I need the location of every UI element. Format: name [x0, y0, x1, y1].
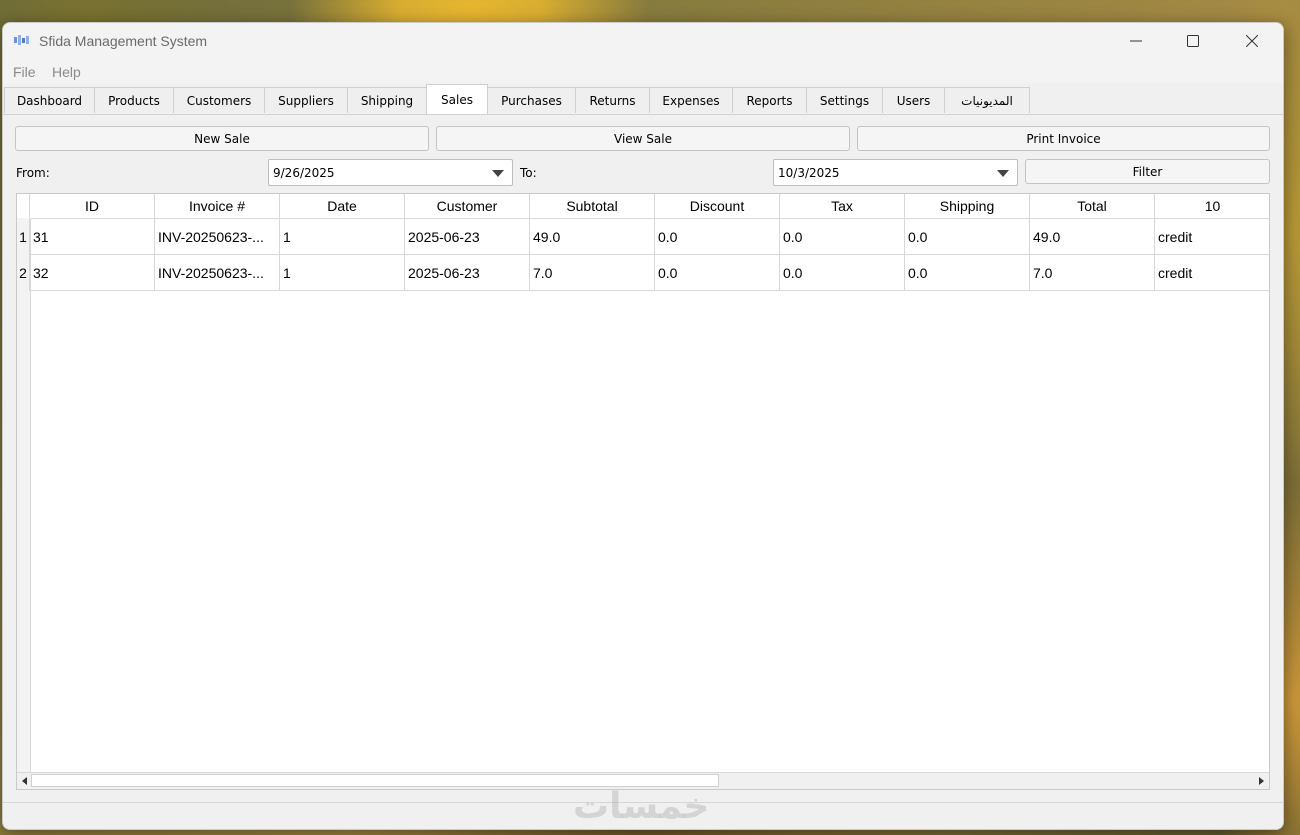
tab-purchases[interactable]: Purchases [487, 87, 576, 113]
tab-dashboard[interactable]: Dashboard [4, 87, 95, 113]
column-header-subtotal[interactable]: Subtotal [530, 194, 655, 218]
row-number[interactable]: 2 [17, 255, 30, 291]
cell-date[interactable]: 1 [280, 219, 405, 255]
tab-returns[interactable]: Returns [575, 87, 650, 113]
tab-expenses[interactable]: Expenses [649, 87, 733, 113]
column-header-customer[interactable]: Customer [405, 194, 530, 218]
cell-subtotal[interactable]: 7.0 [530, 255, 655, 291]
app-window: Sfida Management System File Help Dashbo… [2, 22, 1284, 830]
from-label: From: [16, 166, 50, 180]
scroll-left-icon[interactable] [22, 777, 27, 785]
column-header-invoice[interactable]: Invoice # [155, 194, 280, 218]
cell-id[interactable]: 31 [30, 219, 155, 255]
scroll-right-icon[interactable] [1259, 777, 1264, 785]
close-button[interactable] [1223, 23, 1281, 59]
window-title: Sfida Management System [39, 33, 208, 49]
tab-products[interactable]: Products [94, 87, 174, 113]
cell-id[interactable]: 32 [30, 255, 155, 291]
tab-users[interactable]: Users [882, 87, 945, 113]
minimize-icon [1130, 40, 1142, 42]
tab-bar: Dashboard Products Customers Suppliers S… [3, 84, 1283, 115]
corner-cell[interactable] [17, 194, 30, 218]
sales-table[interactable]: ID Invoice # Date Customer Subtotal Disc… [16, 193, 1270, 790]
menu-file[interactable]: File [13, 64, 36, 80]
maximize-button[interactable] [1164, 23, 1222, 59]
chevron-down-icon[interactable] [997, 170, 1009, 177]
chevron-down-icon[interactable] [492, 170, 504, 177]
print-invoice-button[interactable]: Print Invoice [857, 126, 1270, 151]
to-date-value: 10/3/2025 [778, 165, 840, 180]
filter-button[interactable]: Filter [1025, 159, 1270, 184]
cell-customer[interactable]: 2025-06-23 [405, 219, 530, 255]
tab-suppliers[interactable]: Suppliers [264, 87, 348, 113]
tab-reports[interactable]: Reports [732, 87, 807, 113]
column-header-10[interactable]: 10 [1155, 194, 1269, 218]
tab-customers[interactable]: Customers [173, 87, 265, 113]
row-header-strip [17, 218, 31, 789]
title-bar: Sfida Management System [3, 23, 1283, 59]
from-date-picker[interactable]: 9/26/2025 [268, 159, 513, 186]
from-date-value: 9/26/2025 [273, 165, 335, 180]
minimize-button[interactable] [1107, 23, 1165, 59]
tab-shipping[interactable]: Shipping [347, 87, 427, 113]
column-header-date[interactable]: Date [280, 194, 405, 218]
cell-date[interactable]: 1 [280, 255, 405, 291]
to-date-picker[interactable]: 10/3/2025 [773, 159, 1018, 186]
column-header-shipping[interactable]: Shipping [905, 194, 1030, 218]
column-header-tax[interactable]: Tax [780, 194, 905, 218]
cell-tax[interactable]: 0.0 [780, 219, 905, 255]
app-icon [14, 35, 29, 45]
cell-discount[interactable]: 0.0 [655, 255, 780, 291]
menu-bar: File Help [3, 59, 1283, 83]
cell-total[interactable]: 49.0 [1030, 219, 1155, 255]
menu-help[interactable]: Help [52, 64, 81, 80]
cell-total[interactable]: 7.0 [1030, 255, 1155, 291]
tab-debts[interactable]: المديونيات [944, 87, 1030, 113]
close-icon [1246, 35, 1258, 47]
cell-tax[interactable]: 0.0 [780, 255, 905, 291]
cell-10[interactable]: credit [1155, 219, 1269, 255]
table-header: ID Invoice # Date Customer Subtotal Disc… [17, 194, 1269, 219]
cell-discount[interactable]: 0.0 [655, 219, 780, 255]
tab-settings[interactable]: Settings [806, 87, 883, 113]
row-number[interactable]: 1 [17, 219, 30, 255]
table-row[interactable]: 1 31 INV-20250623-... 1 2025-06-23 49.0 … [17, 219, 1269, 255]
watermark-logo: خمسات [573, 786, 710, 827]
table-row[interactable]: 2 32 INV-20250623-... 1 2025-06-23 7.0 0… [17, 255, 1269, 291]
cell-10[interactable]: credit [1155, 255, 1269, 291]
cell-shipping[interactable]: 0.0 [905, 255, 1030, 291]
cell-subtotal[interactable]: 49.0 [530, 219, 655, 255]
column-header-discount[interactable]: Discount [655, 194, 780, 218]
cell-shipping[interactable]: 0.0 [905, 219, 1030, 255]
to-label: To: [520, 166, 537, 180]
view-sale-button[interactable]: View Sale [436, 126, 850, 151]
cell-invoice[interactable]: INV-20250623-... [155, 219, 280, 255]
tab-sales[interactable]: Sales [426, 84, 488, 114]
maximize-icon [1187, 35, 1199, 47]
cell-customer[interactable]: 2025-06-23 [405, 255, 530, 291]
column-header-id[interactable]: ID [30, 194, 155, 218]
column-header-total[interactable]: Total [1030, 194, 1155, 218]
new-sale-button[interactable]: New Sale [15, 126, 429, 151]
cell-invoice[interactable]: INV-20250623-... [155, 255, 280, 291]
